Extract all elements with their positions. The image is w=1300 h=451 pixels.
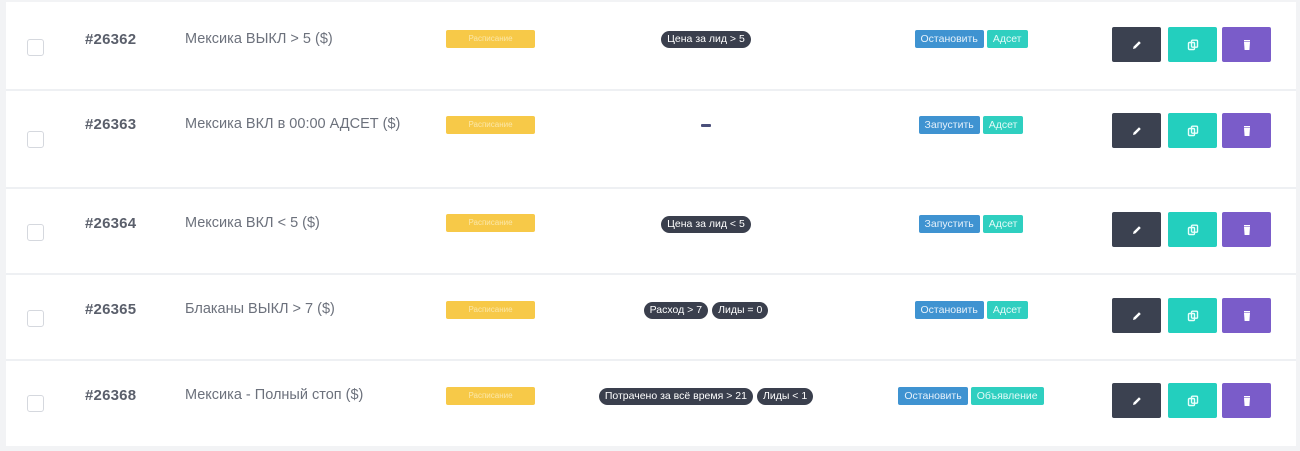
table-row: #26364 Мексика ВКЛ < 5 ($) Расписание Це… xyxy=(6,189,1296,275)
copy-icon xyxy=(1187,39,1198,50)
row-checkbox[interactable] xyxy=(27,131,44,148)
delete-button[interactable] xyxy=(1222,383,1271,418)
edit-button[interactable] xyxy=(1112,113,1161,148)
status-badge: Расписание xyxy=(446,387,535,405)
edit-button[interactable] xyxy=(1112,27,1161,62)
edit-button[interactable] xyxy=(1112,212,1161,247)
rule-actions: Запустить Адсет xyxy=(866,116,1076,134)
pencil-icon xyxy=(1132,396,1141,405)
rule-actions: Остановить Объявление xyxy=(866,387,1076,405)
delete-button[interactable] xyxy=(1222,212,1271,247)
copy-button[interactable] xyxy=(1168,113,1217,148)
copy-icon xyxy=(1187,395,1198,406)
table-row: #26365 Блаканы ВЫКЛ > 7 ($) Расписание Р… xyxy=(6,275,1296,361)
condition-pill: Потрачено за всё время > 21 xyxy=(598,388,753,405)
trash-icon xyxy=(1243,395,1250,406)
condition-pill: Лиды = 0 xyxy=(712,302,769,319)
trash-icon xyxy=(1243,224,1250,235)
copy-button[interactable] xyxy=(1168,212,1217,247)
pencil-icon xyxy=(1132,225,1141,234)
rule-conditions: Потрачено за всё время > 21 Лиды < 1 xyxy=(556,388,856,405)
level-tag: Адсет xyxy=(986,301,1028,319)
pencil-icon xyxy=(1132,126,1141,135)
status-badge: Расписание xyxy=(446,214,535,232)
start-button[interactable]: Запустить xyxy=(918,116,980,134)
rule-id: #26364 xyxy=(85,215,137,232)
rule-actions: Остановить Адсет xyxy=(866,30,1076,48)
status-badge: Расписание xyxy=(446,301,535,319)
delete-button[interactable] xyxy=(1222,113,1271,148)
condition-pill: Расход > 7 xyxy=(643,302,709,319)
delete-button[interactable] xyxy=(1222,298,1271,333)
edit-button[interactable] xyxy=(1112,298,1161,333)
table-row: #26363 Мексика ВКЛ в 00:00 АДСЕТ ($) Рас… xyxy=(6,91,1296,189)
delete-button[interactable] xyxy=(1222,27,1271,62)
rule-conditions: Расход > 7 Лиды = 0 xyxy=(556,302,856,319)
copy-icon xyxy=(1187,224,1198,235)
rule-actions: Запустить Адсет xyxy=(866,215,1076,233)
level-tag: Адсет xyxy=(986,30,1028,48)
rule-conditions: Цена за лид > 5 xyxy=(556,31,856,48)
trash-icon xyxy=(1243,39,1250,50)
row-checkbox[interactable] xyxy=(27,395,44,412)
pencil-icon xyxy=(1132,40,1141,49)
rule-name: Мексика - Полный стоп ($) xyxy=(185,387,364,403)
condition-pill: Цена за лид < 5 xyxy=(661,216,751,233)
status-badge: Расписание xyxy=(446,116,535,134)
stop-button[interactable]: Остановить xyxy=(898,387,968,405)
rule-id: #26362 xyxy=(85,31,137,48)
trash-icon xyxy=(1243,310,1250,321)
rule-name: Мексика ВКЛ в 00:00 АДСЕТ ($) xyxy=(185,116,401,132)
rule-name: Мексика ВЫКЛ > 5 ($) xyxy=(185,31,333,47)
rule-id: #26365 xyxy=(85,301,137,318)
no-condition-dash xyxy=(701,124,711,127)
copy-icon xyxy=(1187,310,1198,321)
copy-button[interactable] xyxy=(1168,383,1217,418)
stop-button[interactable]: Остановить xyxy=(914,301,984,319)
row-checkbox[interactable] xyxy=(27,310,44,327)
rule-name: Мексика ВКЛ < 5 ($) xyxy=(185,215,320,231)
row-checkbox[interactable] xyxy=(27,224,44,241)
status-badge: Расписание xyxy=(446,30,535,48)
row-checkbox[interactable] xyxy=(27,39,44,56)
table-row: #26362 Мексика ВЫКЛ > 5 ($) Расписание Ц… xyxy=(6,2,1296,91)
stop-button[interactable]: Остановить xyxy=(914,30,984,48)
rule-conditions: Цена за лид < 5 xyxy=(556,216,856,233)
edit-button[interactable] xyxy=(1112,383,1161,418)
level-tag: Адсет xyxy=(982,116,1024,134)
copy-icon xyxy=(1187,125,1198,136)
rule-id: #26368 xyxy=(85,387,137,404)
condition-pill: Цена за лид > 5 xyxy=(661,31,751,48)
rule-conditions xyxy=(556,117,856,127)
rule-name: Блаканы ВЫКЛ > 7 ($) xyxy=(185,301,335,317)
start-button[interactable]: Запустить xyxy=(918,215,980,233)
level-tag: Объявление xyxy=(970,387,1044,405)
rule-id: #26363 xyxy=(85,116,137,133)
rule-actions: Остановить Адсет xyxy=(866,301,1076,319)
copy-button[interactable] xyxy=(1168,298,1217,333)
rules-table: #26362 Мексика ВЫКЛ > 5 ($) Расписание Ц… xyxy=(6,2,1296,446)
condition-pill: Лиды < 1 xyxy=(756,388,814,405)
pencil-icon xyxy=(1132,311,1141,320)
copy-button[interactable] xyxy=(1168,27,1217,62)
trash-icon xyxy=(1243,125,1250,136)
table-row: #26368 Мексика - Полный стоп ($) Расписа… xyxy=(6,361,1296,446)
level-tag: Адсет xyxy=(982,215,1024,233)
